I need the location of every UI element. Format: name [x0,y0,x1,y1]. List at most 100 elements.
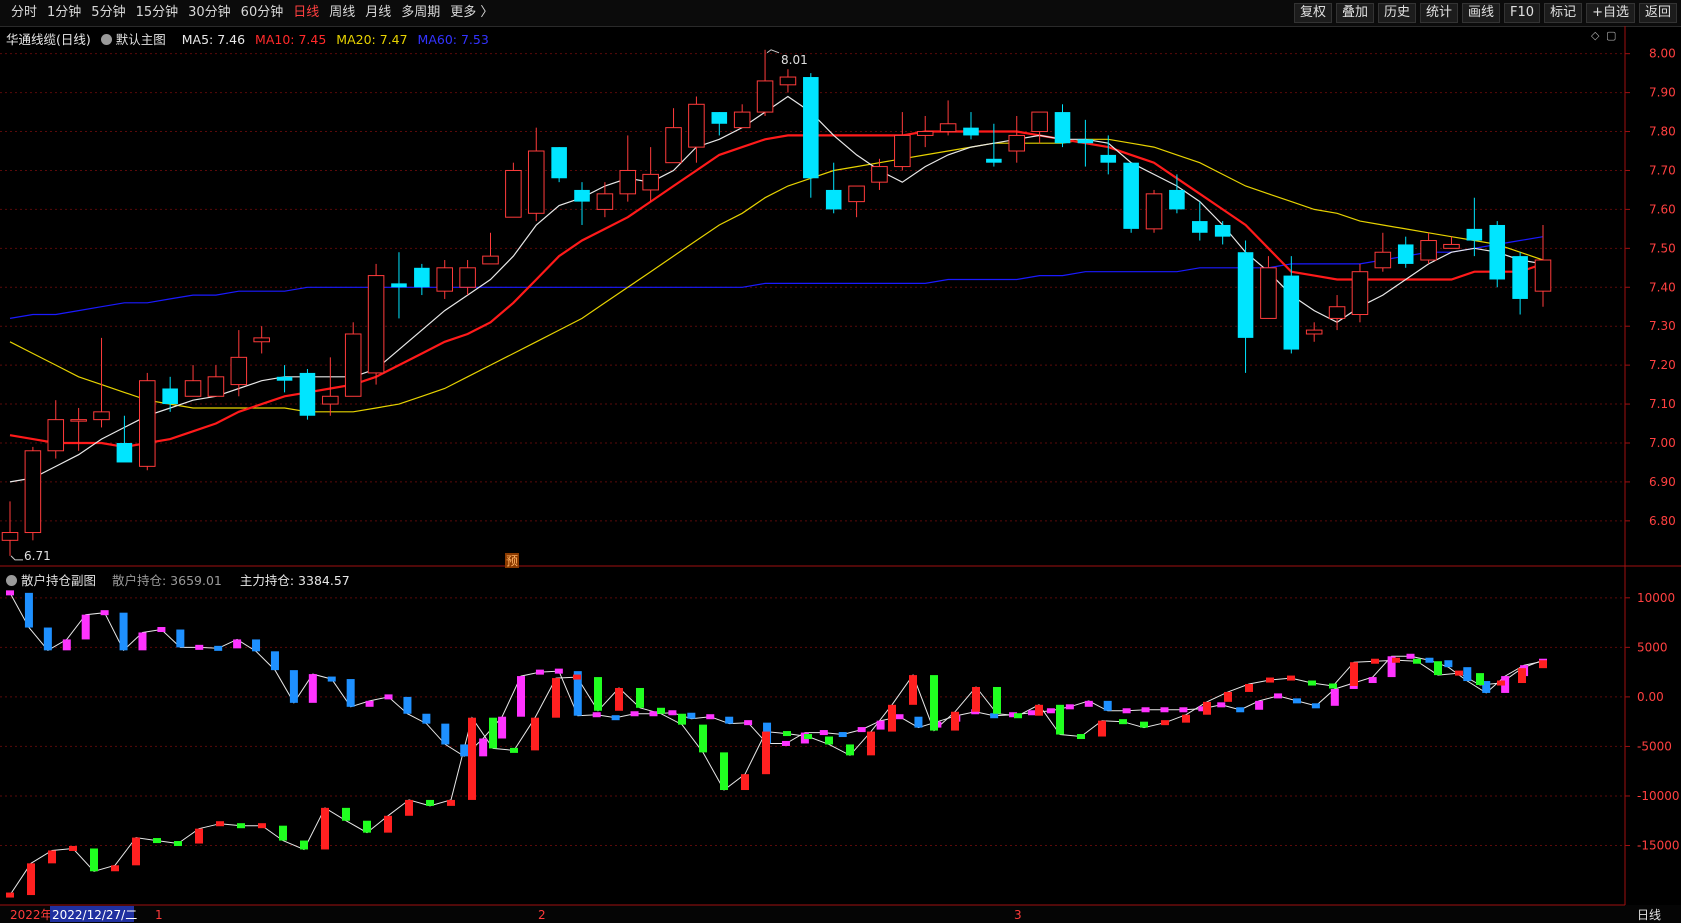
stock-chart[interactable]: 8.00 7.90 7.80 7.70 7.60 7.50 7.40 7.30 7.20 7.10… [0,0,1681,923]
holding-bar [649,711,658,717]
holding-bar [1077,734,1085,740]
holding-bar [468,717,476,800]
ma5-line [9,95,1544,483]
holding-bar [365,700,374,707]
holding-bar [157,627,166,633]
holding-bar [195,828,203,844]
candle-body [711,112,728,124]
holding-tick-label: 0.00 [1637,690,1664,704]
holding-bar [195,644,204,650]
holding-bar [174,841,182,847]
holding-bar [405,799,413,816]
holding-bar [951,711,959,731]
candle-body [322,395,339,405]
holding-bar [6,892,14,898]
holding-lines [9,592,1544,896]
holding-bar [498,716,507,739]
candle-body [344,333,362,397]
holding-bar [1425,657,1434,663]
candle-body [871,166,888,183]
holding-bar [119,612,128,651]
candle-body [391,283,407,288]
candle-body [779,76,797,86]
holding-bar [1160,707,1169,713]
holding-bar [804,734,812,740]
holding-bar [1311,703,1320,709]
holding-bar [403,696,412,714]
candle-body [116,442,133,463]
price-tick-label: 7.40 [1649,280,1676,294]
candle-body [756,80,774,113]
candle-body [596,193,614,210]
holding-bar [825,736,833,745]
holding-bar [1014,713,1022,719]
candle-body [1214,224,1231,237]
holding-bar [1497,680,1505,686]
candle-body [1,532,19,541]
holding-bar [1463,667,1472,682]
holding-bar [252,639,261,652]
retail-holding-line [9,592,1544,757]
candle-body [482,255,499,265]
candle-body [1145,193,1163,230]
holding-bar [1413,658,1421,664]
candle-body [1169,189,1185,210]
holding-bar [1065,704,1074,710]
candle-body [574,189,590,202]
holding-bar [1122,708,1131,714]
holding-bar [725,716,734,724]
candle-body [24,450,42,534]
holding-bar [1161,720,1169,726]
candle-body [986,158,1002,163]
candle-body [1192,221,1208,233]
ma10-line [9,130,1544,449]
holding-bar [720,752,728,791]
candle-body [688,103,705,148]
holding-bar [535,669,544,675]
holding-bar [100,610,109,616]
holding-bar [876,720,885,730]
holding-bar [1140,721,1148,728]
candle-body [1305,329,1323,335]
holding-bar [1179,707,1188,713]
candle-body [665,127,682,164]
holding-bar [153,838,161,844]
price-tick-label: 6.90 [1649,475,1676,489]
holding-bar [270,651,279,671]
holding-bar [1274,693,1283,699]
candle-body [551,147,567,179]
candle-body [803,77,819,179]
holding-bar [1119,719,1127,725]
holding-bar [1084,700,1093,707]
holding-bar [783,731,791,737]
price-tick-label: 7.90 [1649,86,1676,100]
holding-bar [531,717,539,751]
candle-body [1328,306,1346,319]
candle-body [230,356,248,386]
holding-bar [993,686,1001,714]
holding-bar [1266,677,1274,683]
holding-bar [895,714,904,720]
candle-body [1420,240,1437,261]
holding-bar [1368,677,1377,684]
holding-bar [819,730,828,736]
holding-bar [930,675,938,731]
holding-bar [972,686,980,712]
holding-bar [489,717,497,749]
candle-body [1008,134,1026,152]
year-prefix: 2022年 [10,908,53,922]
holding-bar [1455,670,1463,676]
candle-body [1077,139,1094,144]
candle-body [848,185,865,203]
holding-bar [554,668,563,674]
holding-bar [237,823,245,829]
holding-bar [1245,684,1253,692]
holding-bar [838,732,847,738]
holding-bar [1255,700,1264,710]
candle-body [733,111,751,129]
holding-bar [1287,675,1295,681]
moving-average-lines [9,95,1544,483]
price-axis: 8.00 7.90 7.80 7.70 7.60 7.50 7.40 7.30 7.20 7.10… [1625,47,1676,528]
month-mark-2: 2 [538,908,546,922]
candle-body [253,337,270,343]
